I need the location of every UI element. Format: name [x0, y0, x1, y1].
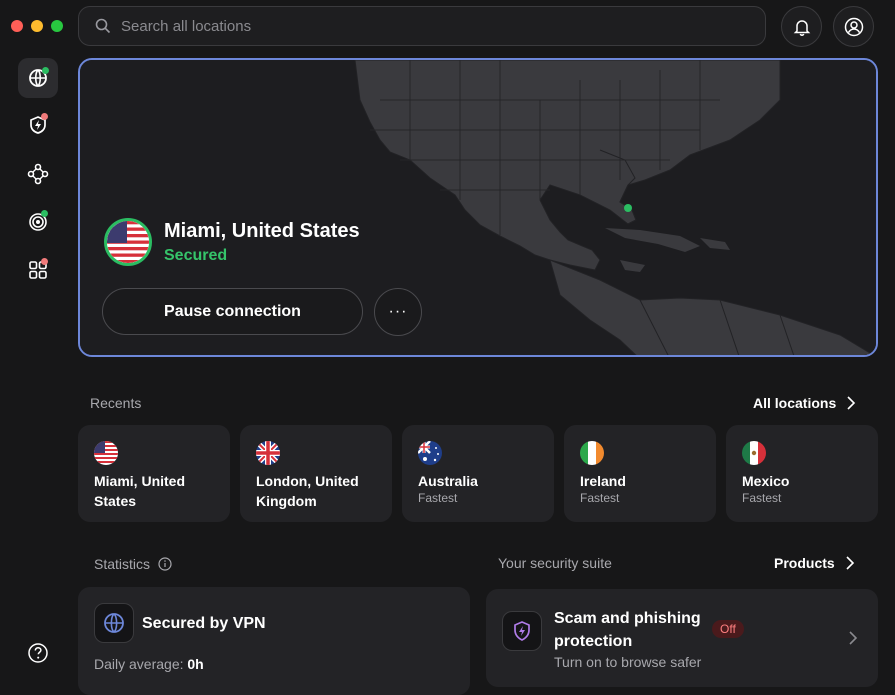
- info-icon[interactable]: [158, 557, 172, 571]
- products-link[interactable]: Products: [774, 555, 855, 571]
- bell-icon: [793, 19, 810, 36]
- recent-location-sub: Fastest: [742, 491, 782, 505]
- recent-location-name: Australia: [418, 473, 478, 489]
- security-suite-label: Your security suite: [498, 555, 612, 571]
- help-button[interactable]: [18, 633, 58, 673]
- status-badge: Off: [712, 620, 744, 638]
- chevron-right-icon: [846, 556, 854, 570]
- recent-location-card[interactable]: Australia Fastest: [402, 425, 554, 522]
- sidebar-item-threat-protection[interactable]: [18, 105, 58, 145]
- app-window: Search all locations Miami, United State…: [0, 0, 895, 695]
- sidebar-item-vpn[interactable]: [18, 58, 58, 98]
- feature-subtitle: Turn on to browse safer: [554, 654, 702, 670]
- status-dot-red: [41, 113, 48, 120]
- recent-location-name: Mexico: [742, 473, 790, 489]
- mexico-flag-icon: [742, 441, 766, 465]
- us-flag-icon: [94, 441, 118, 465]
- recent-location-name: Ireland: [580, 473, 626, 489]
- australia-flag-icon: [418, 441, 442, 465]
- globe-icon: [104, 613, 124, 633]
- status-dot-green: [41, 210, 48, 217]
- scam-protection-card[interactable]: Scam and phishing protection Off Turn on…: [486, 589, 878, 687]
- search-placeholder: Search all locations: [121, 17, 252, 35]
- search-bar[interactable]: Search all locations: [78, 6, 766, 46]
- account-button[interactable]: [833, 6, 874, 47]
- recent-location-name: Miami, United States: [94, 473, 186, 509]
- minimize-window-button[interactable]: [31, 20, 43, 32]
- products-label: Products: [774, 555, 835, 571]
- mesh-icon: [27, 163, 49, 185]
- more-options-button[interactable]: ···: [374, 288, 422, 336]
- recent-location-card[interactable]: Ireland Fastest: [564, 425, 716, 522]
- daily-average-value: 0h: [187, 656, 204, 672]
- connection-status: Secured: [164, 247, 228, 264]
- help-icon: [28, 643, 48, 663]
- recent-location-card[interactable]: London, United Kingdom: [240, 425, 392, 522]
- connection-map-panel: Miami, United States Secured Pause conne…: [78, 58, 878, 357]
- recent-location-card[interactable]: Miami, United States: [78, 425, 230, 522]
- status-dot-red: [41, 258, 48, 265]
- close-window-button[interactable]: [11, 20, 23, 32]
- shield-bolt-icon: [514, 621, 530, 641]
- uk-flag-icon: [256, 441, 280, 465]
- all-locations-label: All locations: [753, 395, 837, 411]
- chevron-right-icon: [847, 396, 856, 410]
- user-icon: [844, 17, 863, 36]
- sidebar-item-meshnet[interactable]: [18, 154, 58, 194]
- recent-location-name: London, United Kingdom: [256, 473, 359, 509]
- sidebar-item-dark-web-monitor[interactable]: [18, 202, 58, 242]
- daily-average-label: Daily average:: [94, 656, 184, 672]
- recent-location-sub: Fastest: [580, 491, 620, 505]
- us-flag-icon: [104, 218, 152, 266]
- statistics-header: Statistics: [94, 556, 172, 572]
- chevron-right-icon: [849, 631, 858, 645]
- daily-average-row: Daily average: 0h: [94, 656, 204, 672]
- pause-connection-button[interactable]: Pause connection: [102, 288, 363, 335]
- recent-location-sub: Fastest: [418, 491, 458, 505]
- window-controls: [11, 20, 63, 32]
- location-pin: [624, 204, 632, 212]
- statistics-label: Statistics: [94, 556, 151, 572]
- recents-label: Recents: [90, 395, 142, 411]
- threat-protection-badge: [502, 611, 542, 651]
- status-dot-green: [42, 67, 49, 74]
- search-icon: [95, 18, 111, 34]
- vpn-statistics-card[interactable]: Secured by VPN Daily average: 0h: [78, 587, 470, 695]
- sidebar-item-apps[interactable]: [18, 250, 58, 290]
- vpn-globe-badge: [94, 603, 134, 643]
- maximize-window-button[interactable]: [51, 20, 63, 32]
- ireland-flag-icon: [580, 441, 604, 465]
- connected-location: Miami, United States: [164, 220, 360, 242]
- all-locations-link[interactable]: All locations: [753, 395, 856, 411]
- feature-title: Scam and phishing protection: [554, 610, 701, 650]
- notifications-button[interactable]: [781, 6, 822, 47]
- recent-location-card[interactable]: Mexico Fastest: [726, 425, 878, 522]
- statistics-card-title: Secured by VPN: [142, 615, 266, 632]
